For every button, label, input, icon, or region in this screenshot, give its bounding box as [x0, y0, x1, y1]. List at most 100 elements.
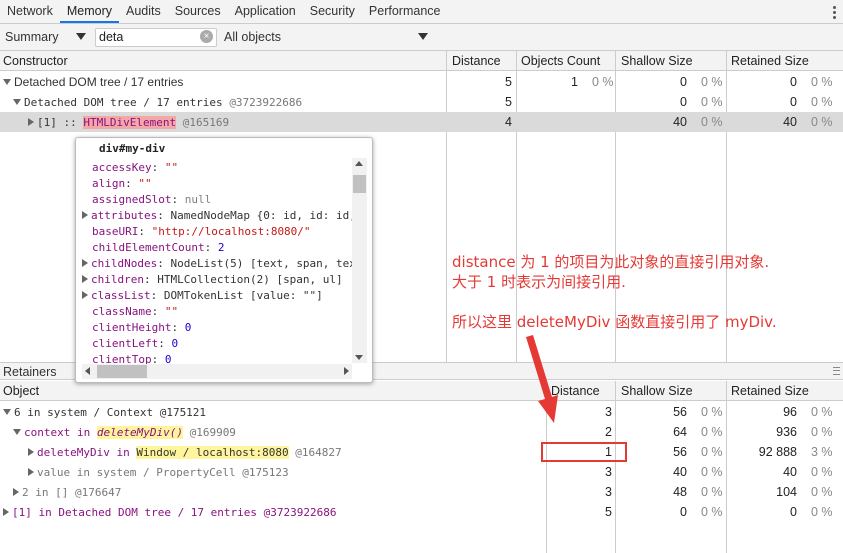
property-row[interactable]: clientHeight: 0: [82, 320, 191, 336]
col-retained-size[interactable]: Retained Size: [731, 54, 809, 68]
col-shallow-size[interactable]: Shallow Size: [621, 54, 693, 68]
shallow-size-value: 48: [673, 485, 687, 499]
property-row[interactable]: accessKey: "": [82, 160, 178, 176]
col-distance[interactable]: Distance: [452, 54, 501, 68]
objects-count-pct: 0 %: [592, 75, 614, 89]
view-dropdown-icon[interactable]: [76, 33, 86, 40]
retainer-text: value in system / PropertyCell @175123: [37, 466, 289, 479]
property-row[interactable]: attributes: NamedNodeMap {0: id, id: id,: [82, 208, 356, 224]
view-select[interactable]: Summary: [5, 30, 58, 44]
popover-vertical-scrollbar[interactable]: [352, 158, 367, 363]
tab-sources[interactable]: Sources: [168, 0, 228, 23]
distance-value: 4: [505, 115, 512, 129]
property-row[interactable]: clientLeft: 0: [82, 336, 178, 352]
property-row[interactable]: className: "": [82, 304, 178, 320]
expanded-triangle-icon[interactable]: [13, 429, 21, 435]
distance-value: 5: [505, 75, 512, 89]
index-prefix: [1] ::: [37, 116, 84, 129]
collapsed-triangle-icon[interactable]: [28, 468, 34, 476]
tab-security[interactable]: Security: [303, 0, 362, 23]
scroll-down-icon[interactable]: [355, 355, 363, 360]
retained-size-value: 0: [790, 95, 797, 109]
more-options-icon[interactable]: [829, 0, 839, 24]
retained-size-pct: 0 %: [811, 405, 833, 419]
table-row[interactable]: Detached DOM tree / 17 entries 5 1 0 % 0…: [0, 72, 843, 92]
col-object[interactable]: Object: [3, 384, 39, 398]
collapsed-triangle-icon[interactable]: [28, 118, 34, 126]
window-name: Window / localhost:8080: [136, 446, 289, 459]
retainer-row[interactable]: [1] in Detached DOM tree / 17 entries @3…: [0, 502, 843, 522]
col-retained-size[interactable]: Retained Size: [731, 384, 809, 398]
tab-audits[interactable]: Audits: [119, 0, 168, 23]
constructor-table-header: Constructor Distance Objects Count Shall…: [0, 51, 843, 71]
tab-memory[interactable]: Memory: [59, 0, 119, 23]
property-row[interactable]: childNodes: NodeList(5) [text, span, tex: [82, 256, 356, 272]
retainer-text: 2 in [] @176647: [22, 486, 122, 499]
col-objects-count[interactable]: Objects Count: [521, 54, 600, 68]
retained-size-pct: 0 %: [811, 425, 833, 439]
col-constructor[interactable]: Constructor: [3, 54, 68, 68]
property-row[interactable]: classList: DOMTokenList [value: ""]: [82, 288, 323, 304]
collapsed-triangle-icon[interactable]: [3, 508, 9, 516]
shallow-size-value: 40: [673, 115, 687, 129]
table-row-selected[interactable]: [1] :: HTMLDivElement @165169 4 40 0 % 4…: [0, 112, 843, 132]
element-name[interactable]: HTMLDivElement: [83, 116, 177, 129]
retainer-row[interactable]: value in system / PropertyCell @175123 3…: [0, 462, 843, 482]
property-row[interactable]: baseURI: "http://localhost:8080/": [82, 224, 311, 240]
distance-value: 2: [605, 425, 612, 439]
retained-size-pct: 0 %: [811, 115, 833, 129]
expand-property-icon[interactable]: [82, 211, 88, 219]
expanded-triangle-icon[interactable]: [3, 409, 11, 415]
popover-horizontal-scrollbar[interactable]: [82, 364, 352, 379]
shallow-size-value: 56: [673, 445, 687, 459]
annotation-line-3: 所以这里 deleteMyDiv 函数直接引用了 myDiv.: [452, 313, 777, 331]
col-shallow-size[interactable]: Shallow Size: [621, 384, 693, 398]
retainer-row[interactable]: 2 in [] @176647 3 48 0 % 104 0 %: [0, 482, 843, 502]
distance-value: 3: [605, 485, 612, 499]
table-row[interactable]: Detached DOM tree / 17 entries @37239226…: [0, 92, 843, 112]
retainer-row[interactable]: context in deleteMyDiv() @169909 2 64 0 …: [0, 422, 843, 442]
scroll-right-icon[interactable]: [344, 367, 349, 375]
objects-filter-select[interactable]: All objects: [224, 30, 281, 44]
shallow-size-value: 56: [673, 405, 687, 419]
retained-size-pct: 0 %: [811, 505, 833, 519]
expand-property-icon[interactable]: [82, 291, 88, 299]
tab-application[interactable]: Application: [228, 0, 303, 23]
collapsed-triangle-icon[interactable]: [13, 488, 19, 496]
expand-property-icon[interactable]: [82, 259, 88, 267]
expand-property-icon[interactable]: [82, 275, 88, 283]
devtools-tab-bar: Network Memory Audits Sources Applicatio…: [0, 0, 843, 24]
retained-size-value: 0: [790, 75, 797, 89]
shallow-size-value: 0: [680, 95, 687, 109]
objects-count-value: 1: [571, 75, 578, 89]
property-row[interactable]: assignedSlot: null: [82, 192, 211, 208]
resize-handle-icon[interactable]: [833, 367, 840, 375]
retainer-prefix: context in: [24, 426, 97, 439]
property-row[interactable]: children: HTMLCollection(2) [span, ul]: [82, 272, 343, 288]
property-row[interactable]: align: "": [82, 176, 152, 192]
object-id: @164827: [288, 446, 342, 459]
retained-size-value: 92 888: [758, 445, 797, 459]
class-filter-input[interactable]: deta: [95, 28, 217, 47]
tab-performance[interactable]: Performance: [362, 0, 448, 23]
shallow-size-pct: 0 %: [701, 465, 723, 479]
retainer-row[interactable]: deleteMyDiv in Window / localhost:8080 @…: [0, 442, 843, 462]
constructor-name: Detached DOM tree / 17 entries: [14, 75, 184, 89]
objects-dropdown-icon[interactable]: [418, 33, 428, 40]
scroll-thumb[interactable]: [97, 365, 147, 378]
collapsed-triangle-icon[interactable]: [28, 448, 34, 456]
tab-network[interactable]: Network: [0, 0, 60, 23]
memory-toolbar: Summary deta × All objects: [0, 24, 843, 51]
expanded-triangle-icon[interactable]: [13, 99, 21, 105]
scroll-thumb[interactable]: [353, 175, 366, 193]
highlight-box: [541, 442, 627, 462]
scroll-up-icon[interactable]: [355, 161, 363, 166]
expanded-triangle-icon[interactable]: [3, 79, 11, 85]
retainer-row[interactable]: 6 in system / Context @175121 3 56 0 % 9…: [0, 402, 843, 422]
tree-name: Detached DOM tree / 17 entries: [24, 96, 223, 109]
scroll-left-icon[interactable]: [85, 367, 90, 375]
property-row[interactable]: childElementCount: 2: [82, 240, 224, 256]
retained-size-value: 96: [783, 405, 797, 419]
clear-filter-icon[interactable]: ×: [200, 30, 213, 43]
shallow-size-value: 0: [680, 75, 687, 89]
